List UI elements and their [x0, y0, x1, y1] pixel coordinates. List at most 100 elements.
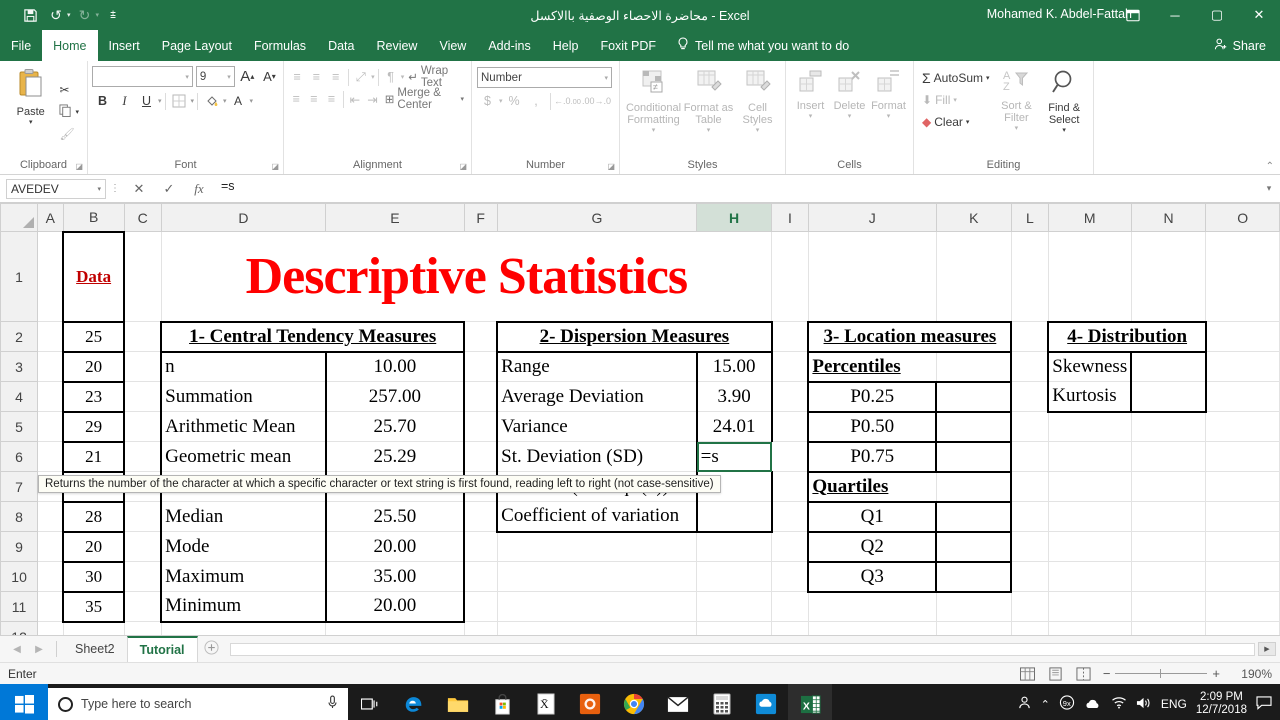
- column-header-J[interactable]: J: [807, 203, 937, 232]
- sort-filter-caret-icon[interactable]: ▾: [1015, 124, 1019, 132]
- cell-E8-value[interactable]: 25.50: [325, 501, 466, 532]
- sort-filter-button[interactable]: AZ Sort & Filter ▾: [993, 66, 1041, 132]
- fill-button[interactable]: ⬇ Fill ▾: [919, 90, 993, 109]
- zoom-in-button[interactable]: +: [1212, 666, 1220, 681]
- column-header-D[interactable]: D: [160, 203, 327, 232]
- page-layout-view-icon[interactable]: [1047, 666, 1065, 682]
- cell-M11[interactable]: [1048, 591, 1132, 622]
- cell-E9-value[interactable]: 20.00: [325, 531, 466, 562]
- borders-button[interactable]: [169, 91, 190, 111]
- cell-D12[interactable]: [161, 621, 327, 635]
- format-cells-caret-icon[interactable]: ▾: [887, 112, 891, 120]
- column-header-O[interactable]: O: [1205, 203, 1280, 232]
- excel-x-icon[interactable]: X̄: [524, 684, 568, 720]
- cell-L8[interactable]: [1011, 501, 1049, 532]
- row-header-10[interactable]: 10: [0, 561, 39, 592]
- cell-L9[interactable]: [1011, 531, 1049, 562]
- cell-G11[interactable]: [497, 591, 698, 622]
- cell-H4-value[interactable]: 3.90: [696, 381, 773, 412]
- horizontal-scrollbar[interactable]: [229, 642, 1255, 656]
- orientation-icon[interactable]: ⤢: [352, 67, 370, 87]
- cell-C12[interactable]: [124, 621, 162, 635]
- tab-view[interactable]: View: [428, 30, 477, 61]
- cut-button[interactable]: ✂: [56, 80, 82, 99]
- calculator-icon[interactable]: [700, 684, 744, 720]
- cell-F12[interactable]: [464, 621, 498, 635]
- fill-caret-icon[interactable]: ▾: [953, 96, 957, 104]
- cell-B4-data[interactable]: 23: [61, 380, 126, 412]
- cell-M1[interactable]: [1048, 231, 1132, 322]
- column-header-E[interactable]: E: [325, 203, 465, 232]
- find-select-caret-icon[interactable]: ▾: [1062, 126, 1066, 134]
- cell-D4-label[interactable]: Summation: [160, 381, 327, 412]
- copy-caret-icon[interactable]: ▾: [75, 108, 79, 116]
- cell-M8[interactable]: [1048, 501, 1132, 532]
- cell-K1[interactable]: [936, 231, 1012, 322]
- cell-L11[interactable]: [1011, 591, 1049, 622]
- cell-D5-label[interactable]: Arithmetic Mean: [160, 411, 327, 442]
- cell-N10[interactable]: [1131, 561, 1207, 592]
- cancel-formula-button[interactable]: ✕: [124, 181, 154, 197]
- cell-H12[interactable]: [696, 621, 773, 635]
- cell-M6[interactable]: [1048, 441, 1132, 472]
- cell-N8[interactable]: [1131, 501, 1207, 532]
- cell-B3-data[interactable]: 20: [61, 350, 126, 382]
- cell-K11[interactable]: [936, 591, 1012, 622]
- tab-formulas[interactable]: Formulas: [243, 30, 317, 61]
- cell-J11[interactable]: [808, 591, 937, 622]
- cell-J5-percentile-label[interactable]: P0.50: [807, 410, 937, 442]
- cell-I8[interactable]: [771, 501, 809, 532]
- previous-sheet-icon[interactable]: ◀: [6, 644, 28, 655]
- cell-N5[interactable]: [1131, 411, 1207, 442]
- font-size-caret-icon[interactable]: ▾: [227, 73, 231, 81]
- font-color-button[interactable]: A: [228, 91, 249, 111]
- enter-formula-button[interactable]: ✓: [154, 181, 184, 197]
- align-bottom-icon[interactable]: ≡: [327, 67, 345, 87]
- cell-C9[interactable]: [124, 531, 162, 562]
- cell-D1-page-title[interactable]: Descriptive Statistics: [161, 231, 773, 322]
- cell-N7[interactable]: [1131, 471, 1207, 502]
- cell-I3[interactable]: [771, 351, 809, 382]
- cell-J12[interactable]: [808, 621, 937, 635]
- cell-N6[interactable]: [1131, 441, 1207, 472]
- language-indicator[interactable]: ENG: [1161, 697, 1187, 711]
- cell-M2-section4-title[interactable]: 4- Distribution: [1047, 320, 1207, 353]
- ribbon-display-options-button[interactable]: [1112, 0, 1154, 30]
- cell-styles-button[interactable]: Cell Styles ▾: [736, 66, 780, 157]
- cell-J10-quartile-label[interactable]: Q3: [807, 560, 937, 593]
- cell-G4-label[interactable]: Average Deviation: [496, 381, 698, 412]
- cell-B6-data[interactable]: 21: [61, 440, 126, 472]
- cell-H3-value[interactable]: 15.00: [696, 351, 773, 382]
- microsoft-store-icon[interactable]: [480, 684, 524, 720]
- clock[interactable]: 2:09 PM 12/7/2018: [1196, 691, 1247, 717]
- cell-G6-label[interactable]: St. Deviation (SD): [496, 441, 698, 472]
- cell-M12[interactable]: [1048, 621, 1132, 635]
- cell-L2[interactable]: [1011, 321, 1049, 352]
- cell-I5[interactable]: [771, 411, 809, 442]
- merge-center-caret-icon[interactable]: ▾: [461, 95, 465, 103]
- select-all-corner[interactable]: [0, 203, 39, 232]
- merge-center-button[interactable]: ⊞ Merge & Center ▾: [382, 87, 467, 111]
- clear-button[interactable]: ◆ Clear ▾: [919, 112, 993, 131]
- row-header-12[interactable]: 12: [0, 621, 39, 635]
- cell-E5-value[interactable]: 25.70: [325, 411, 466, 442]
- cell-O9[interactable]: [1205, 531, 1280, 562]
- column-header-I[interactable]: I: [771, 203, 809, 232]
- align-right-icon[interactable]: ≡: [323, 89, 340, 109]
- cell-B5-data[interactable]: 29: [61, 410, 126, 442]
- font-size-combo[interactable]: 9 ▾: [195, 66, 235, 87]
- cell-N11[interactable]: [1131, 591, 1207, 622]
- cell-O7[interactable]: [1205, 471, 1280, 502]
- cell-C11[interactable]: [124, 591, 162, 622]
- format-painter-button[interactable]: 🖌: [56, 124, 82, 143]
- cell-L1[interactable]: [1011, 231, 1049, 322]
- cell-O4[interactable]: [1205, 381, 1280, 412]
- cell-C4[interactable]: [124, 381, 162, 412]
- cell-I1[interactable]: [771, 231, 809, 322]
- column-header-N[interactable]: N: [1130, 203, 1207, 232]
- column-header-B[interactable]: B: [62, 203, 125, 232]
- cell-L3[interactable]: [1011, 351, 1049, 382]
- cell-O8[interactable]: [1205, 501, 1280, 532]
- text-direction-icon[interactable]: ¶: [381, 67, 399, 87]
- onedrive-icon[interactable]: [1084, 697, 1102, 712]
